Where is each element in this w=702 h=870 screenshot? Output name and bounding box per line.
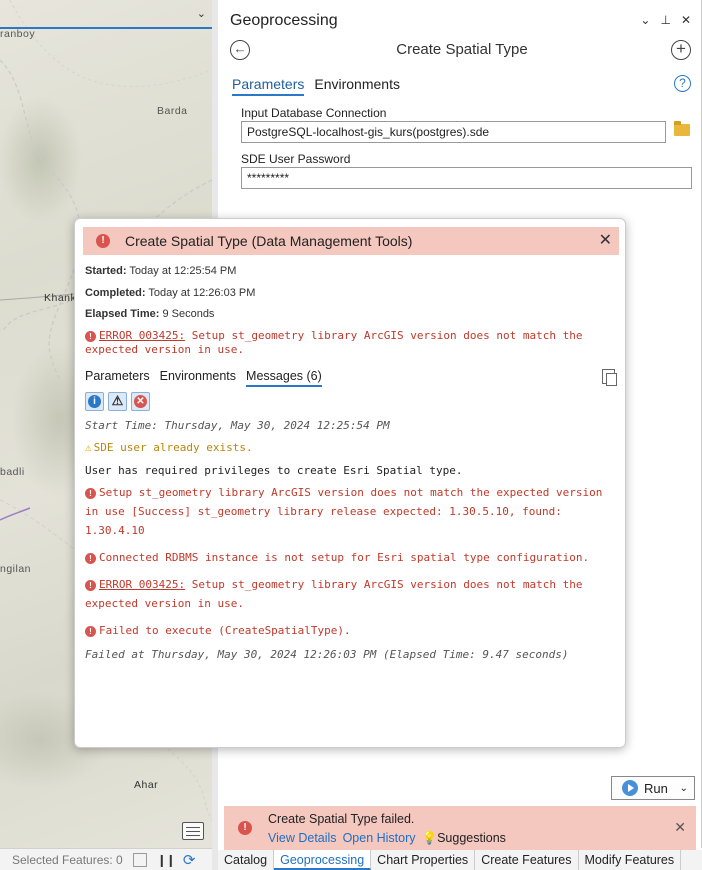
error-filter-button[interactable]: ✕ [131, 392, 150, 411]
sde-password-input[interactable]: ********* [241, 167, 692, 189]
close-dialog-icon[interactable]: ✕ [599, 230, 612, 250]
map-tab-bar: ⌄ [0, 0, 212, 29]
message-filters: i ⚠ ✕ [85, 392, 150, 411]
error-code-link[interactable]: ERROR 003425: [99, 329, 185, 342]
bottom-tab-strip: Catalog Geoprocessing Chart Properties C… [218, 850, 702, 870]
error-icon: ! [85, 553, 96, 564]
started-value: Today at 12:25:54 PM [129, 265, 237, 277]
pane-tabs: Parameters Environments [232, 76, 400, 96]
info-filter-button[interactable]: i [85, 392, 104, 411]
lightbulb-icon: 💡 [421, 831, 438, 845]
db-connection-label: Input Database Connection [241, 106, 387, 120]
suggestions-label: Suggestions [437, 831, 506, 845]
pane-title: Geoprocessing [230, 12, 338, 29]
copy-icon[interactable] [602, 369, 617, 386]
message-start-time: Start Time: Thursday, May 30, 2024 12:25… [85, 419, 390, 432]
pause-drawing-icon[interactable]: ❙❙ [157, 853, 176, 867]
summary-error: ! ERROR 003425: Setup st_geometry library… [85, 329, 615, 357]
close-banner-icon[interactable]: ✕ [674, 819, 686, 836]
tab-create-features[interactable]: Create Features [475, 850, 579, 870]
tab-chart-properties[interactable]: Chart Properties [371, 850, 476, 870]
tab-messages[interactable]: Messages (6) [246, 369, 322, 387]
tab-modify-features[interactable]: Modify Features [579, 850, 682, 870]
completed-label: Completed: [85, 287, 146, 299]
started-label: Started: [85, 265, 127, 277]
message-end: Failed at Thursday, May 30, 2024 12:26:0… [85, 648, 569, 661]
elapsed-value: 9 Seconds [162, 308, 215, 320]
error-code-link[interactable]: ERROR 003425: [99, 578, 185, 591]
message-warning: ⚠ SDE user already exists. [85, 438, 615, 457]
db-connection-input[interactable]: PostgreSQL-localhost-gis_kurs(postgres).… [241, 121, 666, 143]
chevron-down-icon[interactable]: ⌄ [197, 7, 206, 20]
error-1-text: Setup st_geometry library ArcGIS version… [85, 486, 603, 537]
folder-browse-icon[interactable] [674, 121, 690, 136]
completed-value: Today at 12:26:03 PM [148, 287, 256, 299]
selected-features-count: Selected Features: 0 [12, 852, 123, 867]
tool-failed-banner: ! Create Spatial Type failed. View Detai… [224, 806, 696, 850]
elapsed-label: Elapsed Time: [85, 308, 160, 320]
error-icon: ✕ [134, 395, 147, 408]
run-label: Run [644, 780, 668, 796]
message-error-1: ! Setup st_geometry library ArcGIS versio… [85, 483, 615, 540]
tab-catalog[interactable]: Catalog [218, 850, 275, 870]
error-icon: ! [85, 331, 96, 342]
pane-controls: ⌄ ⊥ ✕ [640, 13, 691, 27]
dialog-title: Create Spatial Type (Data Management Too… [125, 233, 413, 249]
failed-message: Create Spatial Type failed. [268, 812, 415, 826]
warning-icon: ⚠ [85, 441, 92, 454]
tab-geoprocessing[interactable]: Geoprocessing [274, 850, 372, 870]
table-icon[interactable] [182, 822, 204, 840]
warning-text: SDE user already exists. [93, 441, 253, 454]
help-icon[interactable]: ? [674, 75, 691, 92]
view-details-link[interactable]: View Details [268, 831, 337, 846]
warning-filter-button[interactable]: ⚠ [108, 392, 127, 411]
map-label-khank: Khank [44, 292, 77, 304]
suggestions-link[interactable]: 💡Suggestions [422, 831, 506, 846]
map-label-ahar: Ahar [134, 779, 159, 791]
refresh-icon[interactable]: ⟳ [183, 851, 196, 869]
map-status-bar: Selected Features: 0 ❙❙ ⟳ [0, 848, 212, 870]
error-icon: ! [238, 821, 252, 835]
message-info: User has required privileges to create E… [85, 464, 463, 477]
tab-parameters[interactable]: Parameters [232, 76, 305, 96]
started-row: Started: Today at 12:25:54 PM [85, 265, 236, 277]
info-icon: i [88, 395, 101, 408]
error-icon: ! [85, 626, 96, 637]
run-button[interactable]: Run ⌄ [611, 776, 695, 800]
error-icon: ! [85, 580, 96, 591]
elapsed-row: Elapsed Time: 9 Seconds [85, 308, 214, 320]
add-icon[interactable]: + [671, 40, 691, 60]
message-error-2: ! Connected RDBMS instance is not setup f… [85, 548, 615, 567]
error-4-text: Failed to execute (CreateSpatialType). [99, 624, 351, 637]
dialog-header: ! Create Spatial Type (Data Management T… [83, 227, 619, 255]
tool-title: Create Spatial Type [396, 41, 528, 58]
filter-icon[interactable] [132, 852, 147, 867]
map-label-ngilan: ngilan [0, 563, 32, 575]
tab-dialog-parameters[interactable]: Parameters [85, 369, 150, 387]
message-error-3: ! ERROR 003425: Setup st_geometry library… [85, 575, 615, 613]
completed-row: Completed: Today at 12:26:03 PM [85, 287, 255, 299]
map-label-ranboy: ranboy [0, 28, 36, 40]
tab-dialog-environments[interactable]: Environments [160, 369, 236, 387]
sde-password-label: SDE User Password [241, 152, 351, 166]
play-icon [622, 780, 638, 796]
tool-details-dialog: ! Create Spatial Type (Data Management T… [74, 218, 626, 748]
open-history-link[interactable]: Open History [343, 831, 416, 846]
error-icon: ! [96, 234, 110, 248]
tab-environments[interactable]: Environments [314, 76, 400, 96]
chevron-down-icon[interactable]: ⌄ [680, 783, 688, 794]
pane-options-icon[interactable]: ⌄ [640, 13, 650, 27]
error-2-text: Connected RDBMS instance is not setup fo… [99, 551, 590, 564]
close-pane-icon[interactable]: ✕ [681, 13, 691, 27]
message-error-4: ! Failed to execute (CreateSpatialType). [85, 621, 615, 640]
pin-icon[interactable]: ⊥ [660, 13, 670, 27]
map-label-badli: badli [0, 466, 25, 478]
dialog-tabs: Parameters Environments Messages (6) [85, 369, 322, 387]
warning-icon: ⚠ [111, 393, 124, 408]
error-icon: ! [85, 488, 96, 499]
map-label-barda: Barda [157, 105, 188, 117]
